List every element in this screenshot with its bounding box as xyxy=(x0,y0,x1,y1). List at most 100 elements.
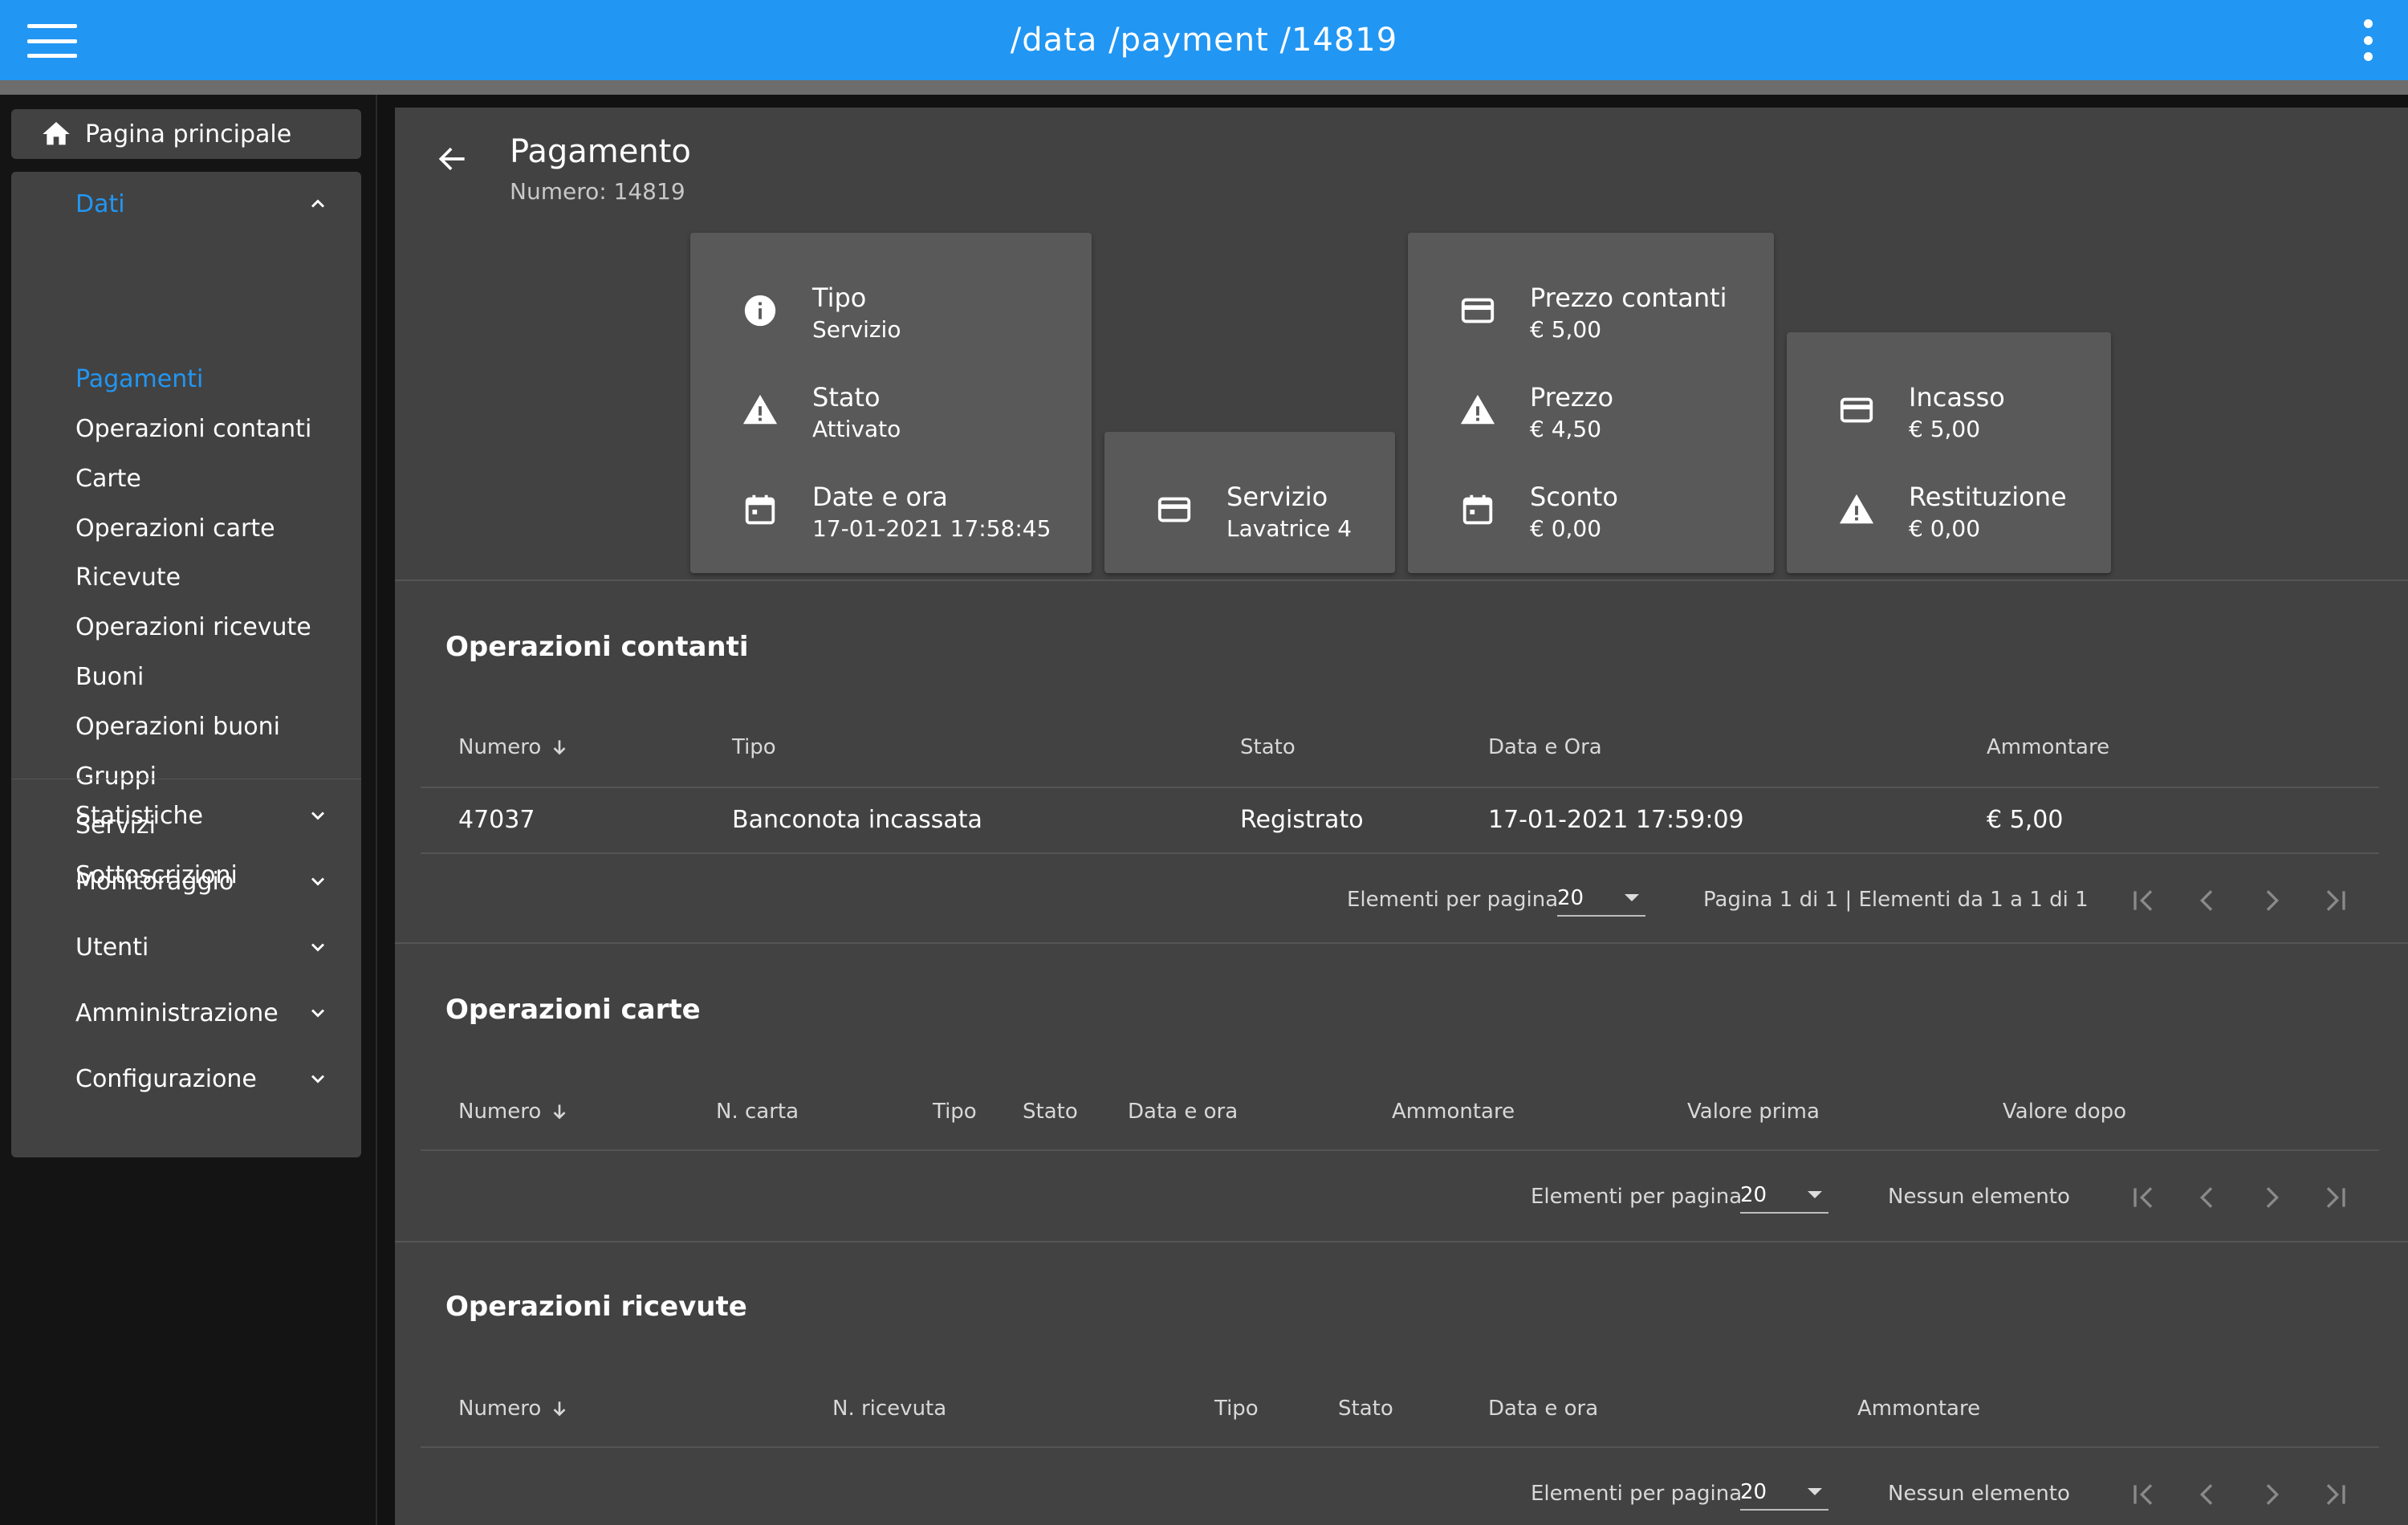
column-header-stato[interactable]: Stato xyxy=(1023,1100,1078,1124)
column-header-valore-prima[interactable]: Valore prima xyxy=(1687,1100,1820,1124)
sidebar-group-utenti[interactable]: Utenti xyxy=(11,915,361,979)
info-row-incasso: Incasso € 5,00 xyxy=(1787,376,2111,442)
sidebar-item-operazioni-carte[interactable]: Operazioni carte xyxy=(75,509,275,549)
info-label: Prezzo contanti xyxy=(1530,283,1727,313)
first-page-icon[interactable] xyxy=(2127,1478,2159,1511)
warning-icon xyxy=(742,394,778,425)
column-header-stato[interactable]: Stato xyxy=(1240,735,1296,759)
last-page-icon[interactable] xyxy=(2320,885,2352,917)
column-header-valore-dopo[interactable]: Valore dopo xyxy=(2003,1100,2126,1124)
sidebar-group-label: Configurazione xyxy=(75,1064,257,1093)
column-header-tipo[interactable]: Tipo xyxy=(1214,1397,1259,1421)
column-header-data[interactable]: Data e ora xyxy=(1488,1397,1598,1421)
info-label: Tipo xyxy=(812,283,867,313)
column-header-numero[interactable]: Numero xyxy=(458,1100,570,1124)
next-page-icon[interactable] xyxy=(2255,885,2288,917)
previous-page-icon[interactable] xyxy=(2191,1478,2223,1511)
warning-icon xyxy=(1839,494,1874,524)
sidebar-group-amministrazione[interactable]: Amministrazione xyxy=(11,981,361,1045)
last-page-icon[interactable] xyxy=(2320,1181,2352,1214)
info-value: € 5,00 xyxy=(1530,316,1602,343)
cell-ammontare: € 5,00 xyxy=(1987,806,2064,834)
column-header-ammontare[interactable]: Ammontare xyxy=(1987,735,2109,759)
hamburger-menu-icon[interactable] xyxy=(27,24,77,58)
sidebar-item-operazioni-buoni[interactable]: Operazioni buoni xyxy=(75,707,280,747)
column-header-tipo[interactable]: Tipo xyxy=(732,735,776,759)
page-size-value: 20 xyxy=(1557,886,1584,910)
next-page-icon[interactable] xyxy=(2255,1478,2288,1511)
info-icon xyxy=(744,295,776,327)
info-label: Incasso xyxy=(1909,382,2005,413)
credit-card-icon xyxy=(1461,298,1495,323)
sidebar-item-buoni[interactable]: Buoni xyxy=(75,657,144,697)
info-row-stato: Stato Attivato xyxy=(690,376,1092,442)
column-header-n-ricevuta[interactable]: N. ricevuta xyxy=(832,1397,946,1421)
column-header-ammontare[interactable]: Ammontare xyxy=(1392,1100,1515,1124)
sidebar-group-dati[interactable]: Dati xyxy=(11,172,361,236)
last-page-icon[interactable] xyxy=(2320,1478,2352,1511)
chevron-down-icon xyxy=(311,811,325,820)
chevron-down-icon xyxy=(311,1009,325,1018)
column-header-tipo[interactable]: Tipo xyxy=(933,1100,977,1124)
calendar-icon xyxy=(745,494,775,525)
page-subtitle: Numero: 14819 xyxy=(510,178,685,205)
first-page-icon[interactable] xyxy=(2127,1181,2159,1214)
sidebar-nav-panel: Dati Pagamenti Operazioni contanti Carte… xyxy=(11,172,361,1157)
app-bar: /data /payment /14819 xyxy=(0,0,2408,80)
arrow-back-icon[interactable] xyxy=(435,141,470,177)
paginator-label: Elementi per pagina xyxy=(1531,1482,1743,1506)
arrow-down-icon xyxy=(553,1401,566,1417)
next-page-icon[interactable] xyxy=(2255,1181,2288,1214)
info-value: Attivato xyxy=(812,416,901,442)
info-value: Servizio xyxy=(812,316,901,343)
column-header-data[interactable]: Data e Ora xyxy=(1488,735,1602,759)
paginator-label: Elementi per pagina xyxy=(1531,1185,1743,1209)
column-header-ammontare[interactable]: Ammontare xyxy=(1857,1397,1980,1421)
column-header-n-carta[interactable]: N. carta xyxy=(716,1100,799,1124)
info-card-incasso: Incasso € 5,00 Restituzione € 0,00 xyxy=(1787,332,2111,573)
page-size-select[interactable]: 20 xyxy=(1557,885,1645,917)
sidebar-group-label: Utenti xyxy=(75,933,149,962)
section-divider xyxy=(395,1241,2408,1242)
info-card-prezzi: Prezzo contanti € 5,00 Prezzo € 4,50 Sco… xyxy=(1408,233,1774,573)
info-row-tipo: Tipo Servizio xyxy=(690,276,1092,343)
info-label: Prezzo xyxy=(1530,382,1614,413)
info-card-servizio: Servizio Lavatrice 4 xyxy=(1104,432,1395,573)
page-size-select[interactable]: 20 xyxy=(1740,1478,1828,1511)
previous-page-icon[interactable] xyxy=(2191,1181,2223,1214)
sidebar-item-pagamenti[interactable]: Pagamenti xyxy=(75,360,203,400)
paginator-range: Pagina 1 di 1 | Elementi da 1 a 1 di 1 xyxy=(1703,888,2089,912)
info-row-data: Date e ora 17-01-2021 17:58:45 xyxy=(690,475,1092,542)
first-page-icon[interactable] xyxy=(2127,885,2159,917)
info-value: Lavatrice 4 xyxy=(1226,515,1352,542)
more-vertical-icon[interactable] xyxy=(2360,19,2376,61)
column-header-numero[interactable]: Numero xyxy=(458,735,570,759)
sidebar-item-carte[interactable]: Carte xyxy=(75,459,141,499)
section-title-receipt-ops: Operazioni ricevute xyxy=(445,1291,747,1323)
paginator-range: Nessun elemento xyxy=(1888,1185,2070,1209)
section-divider xyxy=(395,580,2408,581)
credit-card-icon xyxy=(1840,397,1873,423)
column-header-numero[interactable]: Numero xyxy=(458,1397,570,1421)
sidebar-group-statistiche[interactable]: Statistiche xyxy=(11,783,361,848)
app-bar-title: /data /payment /14819 xyxy=(1010,22,1398,59)
page-size-value: 20 xyxy=(1740,1480,1767,1504)
sidebar-item-operazioni-contanti[interactable]: Operazioni contanti xyxy=(75,409,311,449)
cell-stato: Registrato xyxy=(1240,806,1364,834)
column-header-data[interactable]: Data e ora xyxy=(1128,1100,1238,1124)
sidebar-item-ricevute[interactable]: Ricevute xyxy=(75,558,181,598)
sidebar-group-monitoraggio[interactable]: Monitoraggio xyxy=(11,849,361,913)
table-header-divider xyxy=(421,1446,2379,1448)
info-label: Sconto xyxy=(1530,482,1618,512)
cell-tipo: Banconota incassata xyxy=(732,806,982,834)
arrow-down-icon xyxy=(553,1104,566,1120)
column-header-stato[interactable]: Stato xyxy=(1338,1397,1393,1421)
sidebar-group-configurazione[interactable]: Configurazione xyxy=(11,1047,361,1111)
info-row-prezzo-contanti: Prezzo contanti € 5,00 xyxy=(1408,276,1774,343)
sidebar-item-operazioni-ricevute[interactable]: Operazioni ricevute xyxy=(75,608,311,648)
sidebar-item-home[interactable]: Pagina principale xyxy=(11,109,361,159)
dropdown-arrow-icon xyxy=(1808,1191,1822,1198)
info-value: 17-01-2021 17:58:45 xyxy=(812,515,1051,542)
previous-page-icon[interactable] xyxy=(2191,885,2223,917)
page-size-select[interactable]: 20 xyxy=(1740,1181,1828,1214)
